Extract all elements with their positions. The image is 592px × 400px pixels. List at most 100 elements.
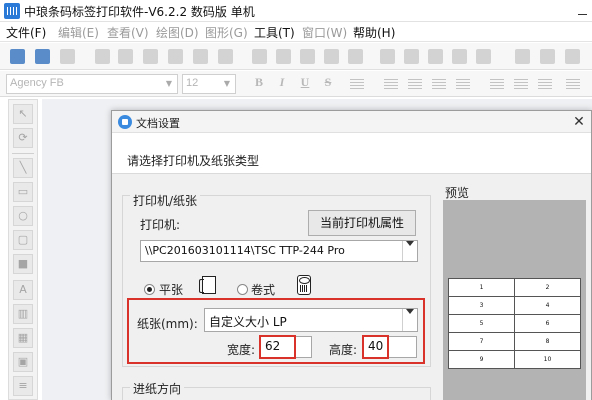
hand-tool-icon[interactable] <box>476 49 491 64</box>
preview-cell: 10 <box>514 350 581 369</box>
ellipse-tool-icon[interactable]: ○ <box>13 206 33 226</box>
roll-paper-icon <box>297 275 311 295</box>
line-spacing-icon[interactable] <box>566 79 580 89</box>
zoom-actual-icon[interactable] <box>452 49 467 64</box>
new-document-icon[interactable] <box>10 49 25 64</box>
preview-label-grid: 1 2 3 4 5 6 7 8 9 10 <box>448 278 581 369</box>
paper-size-select[interactable]: 自定义大小 LP <box>204 308 418 332</box>
toolbox-separator <box>12 153 34 154</box>
preview-cell: 3 <box>448 296 515 315</box>
font-size-select[interactable]: 12 ▼ <box>182 74 236 94</box>
printer-properties-button[interactable]: 当前打印机属性 <box>308 210 416 236</box>
menu-bar: 文件(F) 编辑(E) 查看(V) 绘图(D) 图形(G) 工具(T) 窗口(W… <box>0 22 592 42</box>
close-icon[interactable]: ✕ <box>570 113 588 131</box>
rich-text-tool-icon[interactable]: ≡ <box>13 376 33 396</box>
rounded-rect-tool-icon[interactable]: ▢ <box>13 230 33 250</box>
sheet-radio-label: 平张 <box>159 283 184 297</box>
dialog-title-bar: 文档设置 ✕ <box>112 111 591 133</box>
drawing-toolbox: ↖ ⟳ ╲ ▭ ○ ▢ ■ A ▥ ▦ ▣ ≡ <box>8 99 38 400</box>
document-settings-icon <box>118 115 132 129</box>
preview-cell: 1 <box>448 278 515 297</box>
menu-view[interactable]: 查看(V) <box>107 24 149 41</box>
preview-cell: 2 <box>514 278 581 297</box>
zoom-fit-icon[interactable] <box>428 49 443 64</box>
chevron-down-icon[interactable] <box>402 309 417 331</box>
window-title: 中琅条码标签打印软件-V6.2.2 数码版 单机 <box>24 5 255 19</box>
feed-direction-title: 进纸方向 <box>130 380 185 397</box>
distribute-icon[interactable] <box>540 49 555 64</box>
printer-select-value: \\PC201603101114\TSC TTP-244 Pro <box>145 244 345 257</box>
paper-size-value: 自定义大小 LP <box>209 315 287 329</box>
grid-icon[interactable] <box>218 49 233 64</box>
data-source-icon[interactable] <box>143 49 158 64</box>
valign-top-icon[interactable] <box>490 79 504 89</box>
bold-icon[interactable]: B <box>252 75 266 91</box>
underline-icon[interactable]: U <box>298 75 312 91</box>
document-settings-dialog: 文档设置 ✕ 请选择打印机及纸张类型 打印机/纸张 打印机: 当前打印机属性 \… <box>111 110 592 400</box>
undo-icon[interactable] <box>324 49 339 64</box>
sheet-paper-icon <box>199 276 216 294</box>
fill-rect-tool-icon[interactable]: ■ <box>13 254 33 274</box>
rectangle-tool-icon[interactable]: ▭ <box>13 182 33 202</box>
font-family-select[interactable]: Agency FB ▼ <box>6 74 178 94</box>
rotate-icon[interactable]: ⟳ <box>13 128 33 148</box>
align-left-icon[interactable] <box>384 79 398 89</box>
chevron-down-icon[interactable] <box>402 241 417 261</box>
same-size-icon[interactable] <box>565 49 580 64</box>
redo-icon[interactable] <box>348 49 363 64</box>
preview-cell: 9 <box>448 350 515 369</box>
print-preview-icon[interactable] <box>95 49 110 64</box>
cut-icon[interactable] <box>252 49 267 64</box>
zoom-out-icon[interactable] <box>404 49 419 64</box>
align-center-icon[interactable] <box>408 79 422 89</box>
valign-middle-icon[interactable] <box>514 79 528 89</box>
menu-draw[interactable]: 绘图(D) <box>156 24 199 41</box>
roll-radio[interactable] <box>237 284 248 295</box>
align-icon[interactable] <box>515 49 530 64</box>
valign-bottom-icon[interactable] <box>538 79 552 89</box>
menu-edit[interactable]: 编辑(E) <box>58 24 99 41</box>
strikethrough-icon[interactable]: S <box>321 75 335 91</box>
menu-tools[interactable]: 工具(T) <box>254 24 295 41</box>
open-folder-icon[interactable] <box>35 49 50 64</box>
font-size-value: 12 <box>186 77 199 89</box>
main-toolbar <box>0 43 592 70</box>
preview-cell: 7 <box>448 332 515 351</box>
chevron-down-icon: ▼ <box>165 79 173 88</box>
chevron-down-icon: ▼ <box>223 79 231 88</box>
minimize-button[interactable] <box>574 2 592 20</box>
menu-help[interactable]: 帮助(H) <box>353 24 395 41</box>
preview-panel: 1 2 3 4 5 6 7 8 9 10 <box>443 200 586 400</box>
preview-cell: 6 <box>514 314 581 333</box>
print-icon[interactable] <box>118 49 133 64</box>
font-family-value: Agency FB <box>10 77 64 89</box>
wrap-text-icon[interactable] <box>350 79 364 89</box>
align-right-icon[interactable] <box>432 79 446 89</box>
sheet-radio[interactable] <box>144 284 155 295</box>
menu-shape[interactable]: 图形(G) <box>205 24 248 41</box>
save-icon[interactable] <box>60 49 75 64</box>
justify-icon[interactable] <box>456 79 470 89</box>
select-arrow-icon[interactable]: ↖ <box>13 104 33 124</box>
printer-select[interactable]: \\PC201603101114\TSC TTP-244 Pro <box>140 240 418 262</box>
paste-icon[interactable] <box>300 49 315 64</box>
image-tool-icon[interactable]: ▣ <box>13 352 33 372</box>
qrcode-tool-icon[interactable]: ▦ <box>13 328 33 348</box>
width-highlight <box>259 335 296 359</box>
menu-window[interactable]: 窗口(W) <box>302 24 347 41</box>
italic-icon[interactable]: I <box>275 75 289 91</box>
database-icon[interactable] <box>168 49 183 64</box>
height-label: 高度: <box>329 343 358 357</box>
width-label: 宽度: <box>227 343 256 357</box>
preview-cell: 4 <box>514 296 581 315</box>
dialog-title: 文档设置 <box>136 117 180 130</box>
copy-icon[interactable] <box>276 49 291 64</box>
barcode-tool-icon[interactable]: ▥ <box>13 304 33 324</box>
height-highlight <box>362 335 389 359</box>
zoom-in-icon[interactable] <box>380 49 395 64</box>
line-tool-icon[interactable]: ╲ <box>13 158 33 178</box>
export-icon[interactable] <box>193 49 208 64</box>
menu-file[interactable]: 文件(F) <box>6 24 46 41</box>
preview-title: 预览 <box>445 186 470 200</box>
text-tool-icon[interactable]: A <box>13 280 33 300</box>
